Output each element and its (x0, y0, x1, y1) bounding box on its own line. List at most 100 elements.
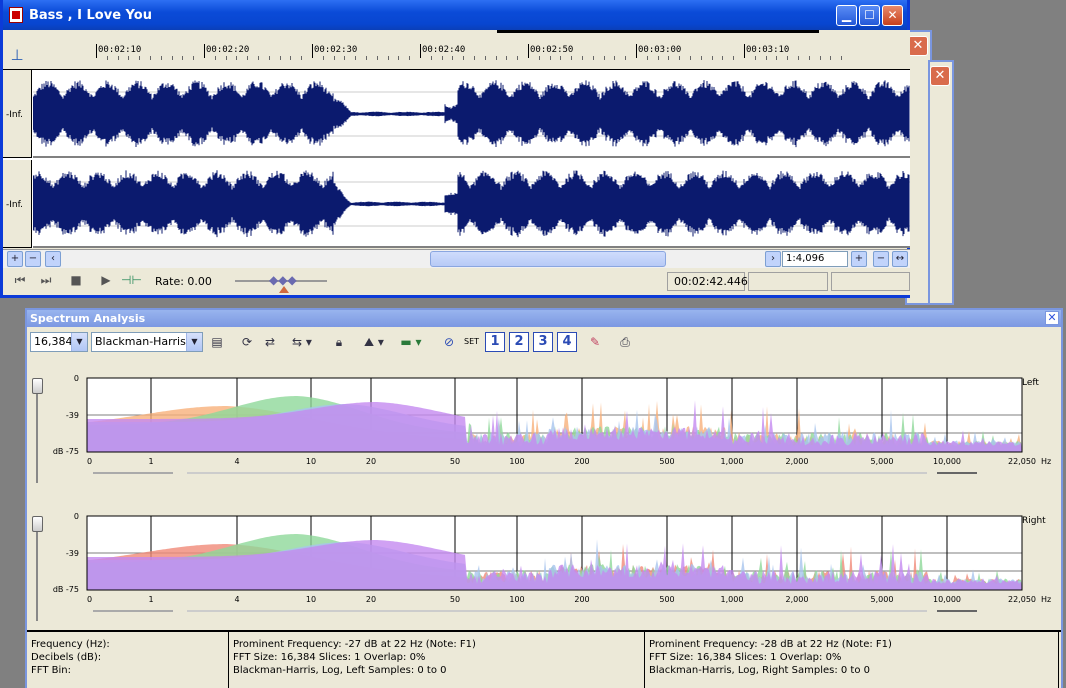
timeline-tick (744, 44, 745, 58)
graph-type-icon[interactable]: ⛰ ▾ (357, 333, 391, 351)
timeline-tick (204, 44, 205, 58)
rate-label: Rate: 0.00 (155, 275, 212, 288)
status-line: Blackman-Harris, Log, Right Samples: 0 t… (649, 665, 871, 676)
waveform-path (33, 80, 910, 148)
waveform-right[interactable] (33, 160, 910, 248)
fft-size-value: 16,384 (34, 335, 73, 348)
spectrum-title: Spectrum Analysis (30, 312, 146, 325)
zoom-full-icon[interactable]: ↔ (892, 251, 908, 267)
channel-label-left: Left (1022, 378, 1039, 388)
waveform-left[interactable] (33, 70, 910, 158)
frequency-label: 0 (87, 595, 92, 604)
spectrum-close-icon[interactable]: ✕ (1045, 311, 1059, 325)
frequency-label: 10 (306, 595, 316, 604)
link-channels-icon[interactable]: ⇄ (260, 333, 280, 351)
window-type-select[interactable]: Blackman-Harris ▼ (91, 332, 203, 352)
spectrum-status-panel: Frequency (Hz): Decibels (dB): FFT Bin: … (27, 630, 1061, 688)
timeline-ruler[interactable]: ⊥ 00:02:10 00:02:20 00:02:30 00:02:40 00:02:… (3, 30, 910, 70)
background-window-2-close-icon[interactable]: ✕ (930, 66, 950, 86)
clear-icon[interactable]: ⊘ (439, 333, 459, 351)
frequency-label: 1,000 (721, 457, 744, 466)
track-left[interactable]: -Inf. (3, 70, 910, 158)
zoom-out-vertical-icon[interactable]: − (873, 251, 889, 267)
spectrum-plot-left[interactable]: 0 -39 dB -75 0 1 4 10 20 50 100 200 500 1,000 2,000 5,… (27, 368, 1061, 500)
tracks-area[interactable]: -Inf. -Inf. (3, 70, 910, 248)
status-line: Prominent Frequency: -28 dB at 22 Hz (No… (649, 639, 892, 650)
stop-icon[interactable]: ■ (67, 273, 85, 289)
snapshot-button-1[interactable]: 1 (485, 332, 505, 352)
minimize-button[interactable]: ▁ (836, 5, 857, 26)
timeline-tick (312, 44, 313, 58)
timeline-tick (528, 44, 529, 58)
scrub-icon[interactable]: ⊣⊢ (121, 273, 142, 289)
maximize-button[interactable]: ☐ (859, 5, 880, 26)
eraser-icon[interactable]: ✎ (585, 333, 605, 351)
fft-size-select[interactable]: 16,384 ▼ (30, 332, 88, 352)
print-icon[interactable]: ⎙ (615, 333, 635, 351)
frequency-label: 4 (234, 595, 239, 604)
timeline-tick (96, 44, 97, 58)
channel-level: -Inf. (6, 110, 23, 120)
channel-level: -Inf. (6, 200, 23, 210)
status-labels: Frequency (Hz): Decibels (dB): FFT Bin: (27, 632, 229, 688)
hz-label: Hz (1041, 595, 1051, 604)
play-icon[interactable]: ▶ (97, 273, 115, 289)
db-label: -39 (66, 411, 79, 420)
frequency-label: 20 (366, 457, 376, 466)
timeline-tick-label: 00:02:10 (98, 45, 142, 55)
timeline-tick-label: 00:02:50 (530, 45, 574, 55)
frequency-label: 22,050 (1008, 457, 1036, 466)
timeline-tick (636, 44, 637, 58)
window-type-value: Blackman-Harris (95, 335, 186, 348)
zoom-out-icon[interactable]: − (25, 251, 41, 267)
zoom-in-icon[interactable]: + (7, 251, 23, 267)
update-mode-icon[interactable]: ⇆ ▾ (285, 333, 319, 351)
zoom-in-vertical-icon[interactable]: + (851, 251, 867, 267)
snapshot-button-4[interactable]: 4 (557, 332, 577, 352)
rate-marker-icon (279, 286, 289, 293)
set-label: SET (464, 337, 480, 346)
background-window-1-close-icon[interactable]: ✕ (908, 36, 928, 56)
chevron-down-icon[interactable]: ▼ (71, 333, 87, 351)
horizontal-scrollbar[interactable]: + − ‹ › 1:4,096 + − ↔ (3, 249, 910, 268)
color-icon[interactable]: ▬ ▾ (395, 333, 427, 351)
snap-icon[interactable]: ⊥ (7, 46, 27, 66)
app-icon (9, 7, 23, 23)
frequency-label: 500 (659, 457, 674, 466)
frequency-label: Frequency (Hz): (31, 639, 110, 650)
frequency-label: 22,050 (1008, 595, 1036, 604)
selection-bar (497, 30, 819, 33)
go-to-end-icon[interactable]: ⏭ (37, 273, 55, 289)
rate-slider-knob-icon[interactable]: ◆◆◆ (269, 273, 297, 287)
close-button[interactable]: ✕ (882, 5, 903, 26)
waveform-path (33, 170, 910, 238)
db-label: dB -75 (53, 585, 79, 594)
properties-icon[interactable]: ▤ (207, 333, 227, 351)
scroll-thumb[interactable] (430, 251, 666, 267)
frequency-label: 200 (574, 457, 589, 466)
spectrum-titlebar[interactable]: Spectrum Analysis ✕ (27, 310, 1061, 327)
waveform-window-titlebar[interactable]: Bass , I Love You ▁ ☐ ✕ (3, 0, 907, 30)
frequency-label: 4 (234, 457, 239, 466)
scroll-right-icon[interactable]: › (765, 251, 781, 267)
snapshot-button-2[interactable]: 2 (509, 332, 529, 352)
frequency-label: 200 (574, 595, 589, 604)
status-line: FFT Size: 16,384 Slices: 1 Overlap: 0% (649, 652, 842, 663)
frequency-label: 50 (450, 595, 460, 604)
timeline-tick (420, 44, 421, 58)
track-left-label: -Inf. (3, 70, 32, 158)
spectrum-plot-right[interactable]: 0 -39 dB -75 0 1 4 10 20 50 100 200 500 1,000 2,000 5,… (27, 506, 1061, 638)
scroll-left-icon[interactable]: ‹ (45, 251, 61, 267)
position-time: 00:02:42.446 (667, 272, 748, 291)
zoom-ratio: 1:4,096 (782, 251, 848, 267)
frequency-label: 5,000 (871, 457, 894, 466)
track-right[interactable]: -Inf. (3, 160, 910, 248)
chevron-down-icon[interactable]: ▼ (186, 333, 202, 351)
refresh-icon[interactable]: ⟳ (237, 333, 257, 351)
go-to-start-icon[interactable]: ⏮ (11, 273, 29, 289)
timeline-tick-label: 00:03:00 (638, 45, 682, 55)
lock-icon[interactable]: 🔒︎ (329, 333, 349, 351)
fft-bin-label: FFT Bin: (31, 665, 71, 676)
snapshot-button-3[interactable]: 3 (533, 332, 553, 352)
frequency-label: 1,000 (721, 595, 744, 604)
